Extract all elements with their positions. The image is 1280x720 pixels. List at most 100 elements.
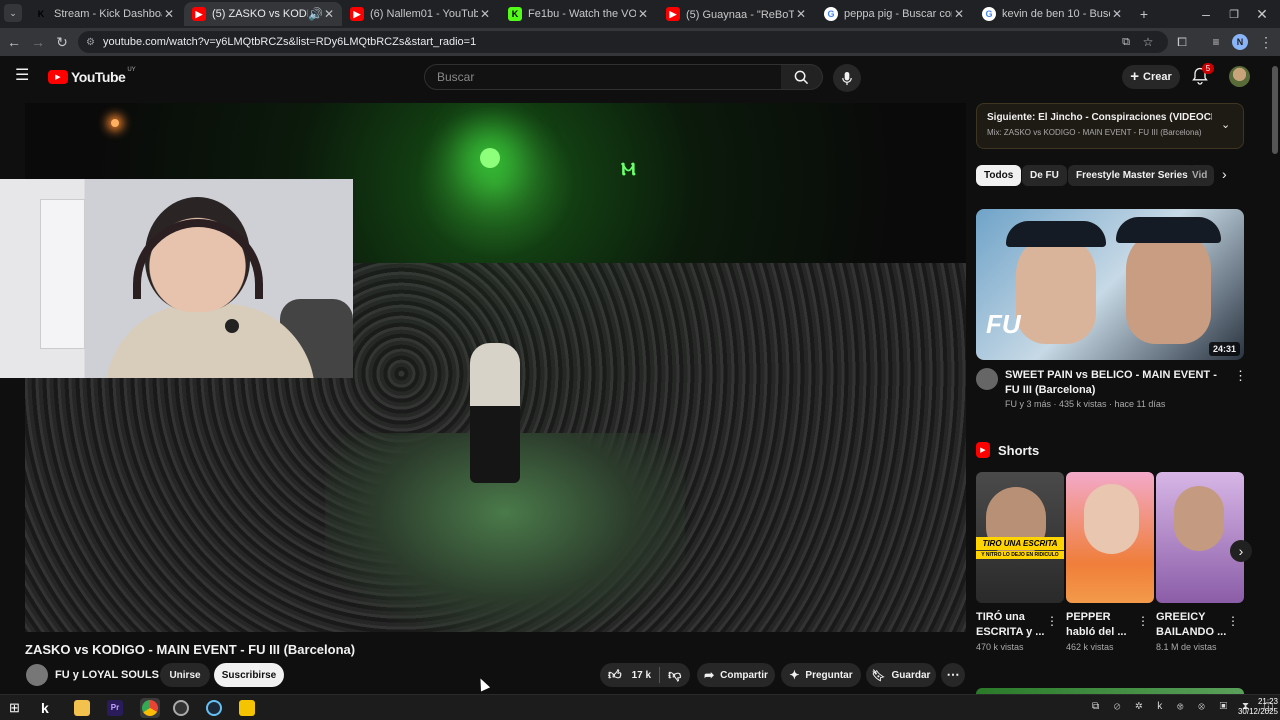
short-menu-icon[interactable]: ⋮ <box>1137 614 1149 628</box>
rec-channel-avatar[interactable] <box>976 368 998 390</box>
recommended-thumbnail[interactable]: FU 24:31 <box>976 209 1244 360</box>
share-label: Compartir <box>720 669 768 681</box>
short-title[interactable]: PEPPER habló del ... <box>1066 610 1146 640</box>
join-button[interactable]: Unirse <box>160 663 210 687</box>
up-next-mix: Mix: ZASKO vs KODIGO - MAIN EVENT - FU I… <box>987 128 1202 137</box>
new-tab-plus-icon[interactable]: + <box>1134 4 1154 24</box>
forward-icon[interactable]: → <box>28 32 48 52</box>
thumbs-down-icon[interactable]: 👎︎ <box>668 667 681 683</box>
site-info-icon[interactable]: ⚙ <box>86 37 95 48</box>
chrome-icon <box>142 700 158 716</box>
tab-5[interactable]: G peppa pig - Buscar con Google ✕ <box>816 2 972 26</box>
short-thumbnail[interactable] <box>1066 472 1154 603</box>
tab-0[interactable]: K Stream - Kick Dashboard ✕ <box>26 2 182 26</box>
share-button[interactable]: ➦ Compartir <box>697 663 775 687</box>
rec-video-title[interactable]: SWEET PAIN vs BELICO - MAIN EVENT - FU I… <box>1005 368 1230 398</box>
short-title-line1: TIRÓ una <box>976 611 1025 623</box>
windows-start-icon[interactable]: ⊞ <box>9 700 25 716</box>
google-favicon-icon: G <box>982 7 996 21</box>
youtube-play-logo-icon: ▶ <box>48 70 68 84</box>
tab-close-icon[interactable]: ✕ <box>162 7 176 21</box>
google-favicon-icon: G <box>824 7 838 21</box>
tab-6[interactable]: G kevin de ben 10 - Buscar con G ✕ <box>974 2 1130 26</box>
media-controls-icon[interactable]: ≡ <box>1206 32 1226 52</box>
fu-logo: FU <box>986 309 1021 339</box>
tab-close-icon[interactable]: ✕ <box>794 7 808 21</box>
extensions-icon[interactable]: ⧠ <box>1172 32 1192 52</box>
short-thumbnail[interactable] <box>1156 472 1244 603</box>
up-next-card[interactable]: Siguiente: El Jincho - Conspiraciones (V… <box>976 103 1244 149</box>
shorts-heading: Shorts <box>998 442 1040 458</box>
channel-name[interactable]: FU y LOYAL SOULS <box>55 669 159 681</box>
create-button[interactable]: + Crear <box>1122 65 1180 89</box>
restore-icon[interactable]: ❐ <box>1224 4 1244 24</box>
account-avatar[interactable] <box>1229 66 1250 87</box>
search-icon <box>794 70 809 84</box>
tab-2[interactable]: ▶ (6) Nallem01 - YouTube ✕ <box>342 2 498 26</box>
hamburger-menu-icon[interactable]: ☰ <box>15 68 31 84</box>
short-title[interactable]: TIRÓ una ESCRITA y ... <box>976 610 1056 640</box>
chevron-down-icon[interactable]: ⌄ <box>1221 118 1230 131</box>
ask-button[interactable]: ✦ Preguntar <box>781 663 861 687</box>
youtube-logo[interactable]: ▶ YouTube UY <box>48 67 136 85</box>
bookmark-star-icon[interactable]: ☆ <box>1138 32 1158 52</box>
system-clock[interactable]: 21:23 30/12/2025 <box>1234 697 1278 717</box>
chip-de-fu[interactable]: De FU <box>1022 165 1067 186</box>
subscribe-button[interactable]: Suscribirse <box>214 663 284 687</box>
short-caption: TIRO UNA ESCRITA <box>976 537 1064 550</box>
page-scrollbar[interactable] <box>1272 66 1278 154</box>
chip-todos[interactable]: Todos <box>976 165 1022 186</box>
tab-title: kevin de ben 10 - Buscar con G <box>1002 8 1110 20</box>
shorts-next-chevron-icon[interactable]: › <box>1230 540 1252 562</box>
tab-close-icon[interactable]: ✕ <box>952 7 966 21</box>
rec-menu-icon[interactable]: ⋮ <box>1234 368 1247 384</box>
kick-app-icon[interactable]: k <box>41 700 57 716</box>
voice-search-button[interactable] <box>833 64 861 92</box>
monster-energy-logo-icon: Ⲙ <box>621 159 636 179</box>
reload-icon[interactable]: ↻ <box>52 32 72 52</box>
short-menu-icon[interactable]: ⋮ <box>1046 614 1058 628</box>
short-title[interactable]: GREEICY BAILANDO ... <box>1156 610 1236 640</box>
short-thumbnail[interactable]: TIRO UNA ESCRITA Y NITRO LO DEJO EN RIDI… <box>976 472 1064 603</box>
tab-close-icon[interactable]: ✕ <box>322 7 336 21</box>
search-placeholder: Buscar <box>437 70 475 84</box>
youtube-header: ☰ ▶ YouTube UY Buscar + Crear 5 <box>0 56 1270 98</box>
save-button[interactable]: 🔖︎ Guardar <box>866 663 936 687</box>
chip-freestyle-master-series[interactable]: Freestyle Master Series <box>1068 165 1196 186</box>
tab-1-active[interactable]: ▶ (5) ZASKO vs KODIGO - MA 🔊 ✕ <box>184 2 342 26</box>
thumbs-up-icon[interactable]: 👍︎ <box>608 667 622 683</box>
like-count[interactable]: 17 k <box>632 670 651 681</box>
tab-close-icon[interactable]: ✕ <box>1110 7 1124 21</box>
tab-search-chevron-icon[interactable]: ⌄ <box>4 4 22 22</box>
steam-icon[interactable] <box>206 700 222 716</box>
short-face <box>1174 486 1224 551</box>
file-explorer-icon[interactable] <box>74 700 90 716</box>
notifications-button[interactable]: 5 <box>1192 63 1214 85</box>
tab-title: (5) ZASKO vs KODIGO - MA <box>212 8 308 20</box>
tab-close-icon[interactable]: ✕ <box>478 7 492 21</box>
tab-4[interactable]: ▶ (5) Guaynaa - "ReBoTa" ❤ - Yo ✕ <box>658 2 814 26</box>
chip-video[interactable]: Vid <box>1188 165 1214 186</box>
app-icon[interactable] <box>239 700 255 716</box>
short-menu-icon[interactable]: ⋮ <box>1227 614 1239 628</box>
obs-icon[interactable] <box>173 700 189 716</box>
tab-close-icon[interactable]: ✕ <box>636 7 650 21</box>
premiere-pro-icon[interactable]: Pr <box>107 700 123 716</box>
chevron-right-icon[interactable]: › <box>1222 166 1227 182</box>
more-actions-icon[interactable]: ⋯ <box>941 663 965 687</box>
cast-icon[interactable]: ⧉ <box>1116 32 1136 52</box>
profile-avatar[interactable]: N <box>1232 34 1248 50</box>
youtube-favicon-icon: ▶ <box>666 7 680 21</box>
tab-3[interactable]: K Fe1bu - Watch the VOD on Kic ✕ <box>500 2 656 26</box>
chrome-menu-icon[interactable]: ⋮ <box>1256 32 1276 52</box>
speaker-icon[interactable]: 🔊 <box>308 7 323 21</box>
channel-avatar[interactable] <box>26 664 48 686</box>
back-icon[interactable]: ← <box>4 32 24 52</box>
address-bar[interactable]: ⚙ youtube.com/watch?v=y6LMQtbRCZs&list=R… <box>78 31 1168 53</box>
chrome-taskbar-active[interactable] <box>140 698 160 718</box>
search-input[interactable]: Buscar <box>424 64 782 90</box>
search-button[interactable] <box>781 64 823 90</box>
thumb-cap-left <box>1006 221 1106 247</box>
close-window-icon[interactable]: ✕ <box>1252 4 1272 24</box>
minimize-icon[interactable]: – <box>1196 4 1216 24</box>
